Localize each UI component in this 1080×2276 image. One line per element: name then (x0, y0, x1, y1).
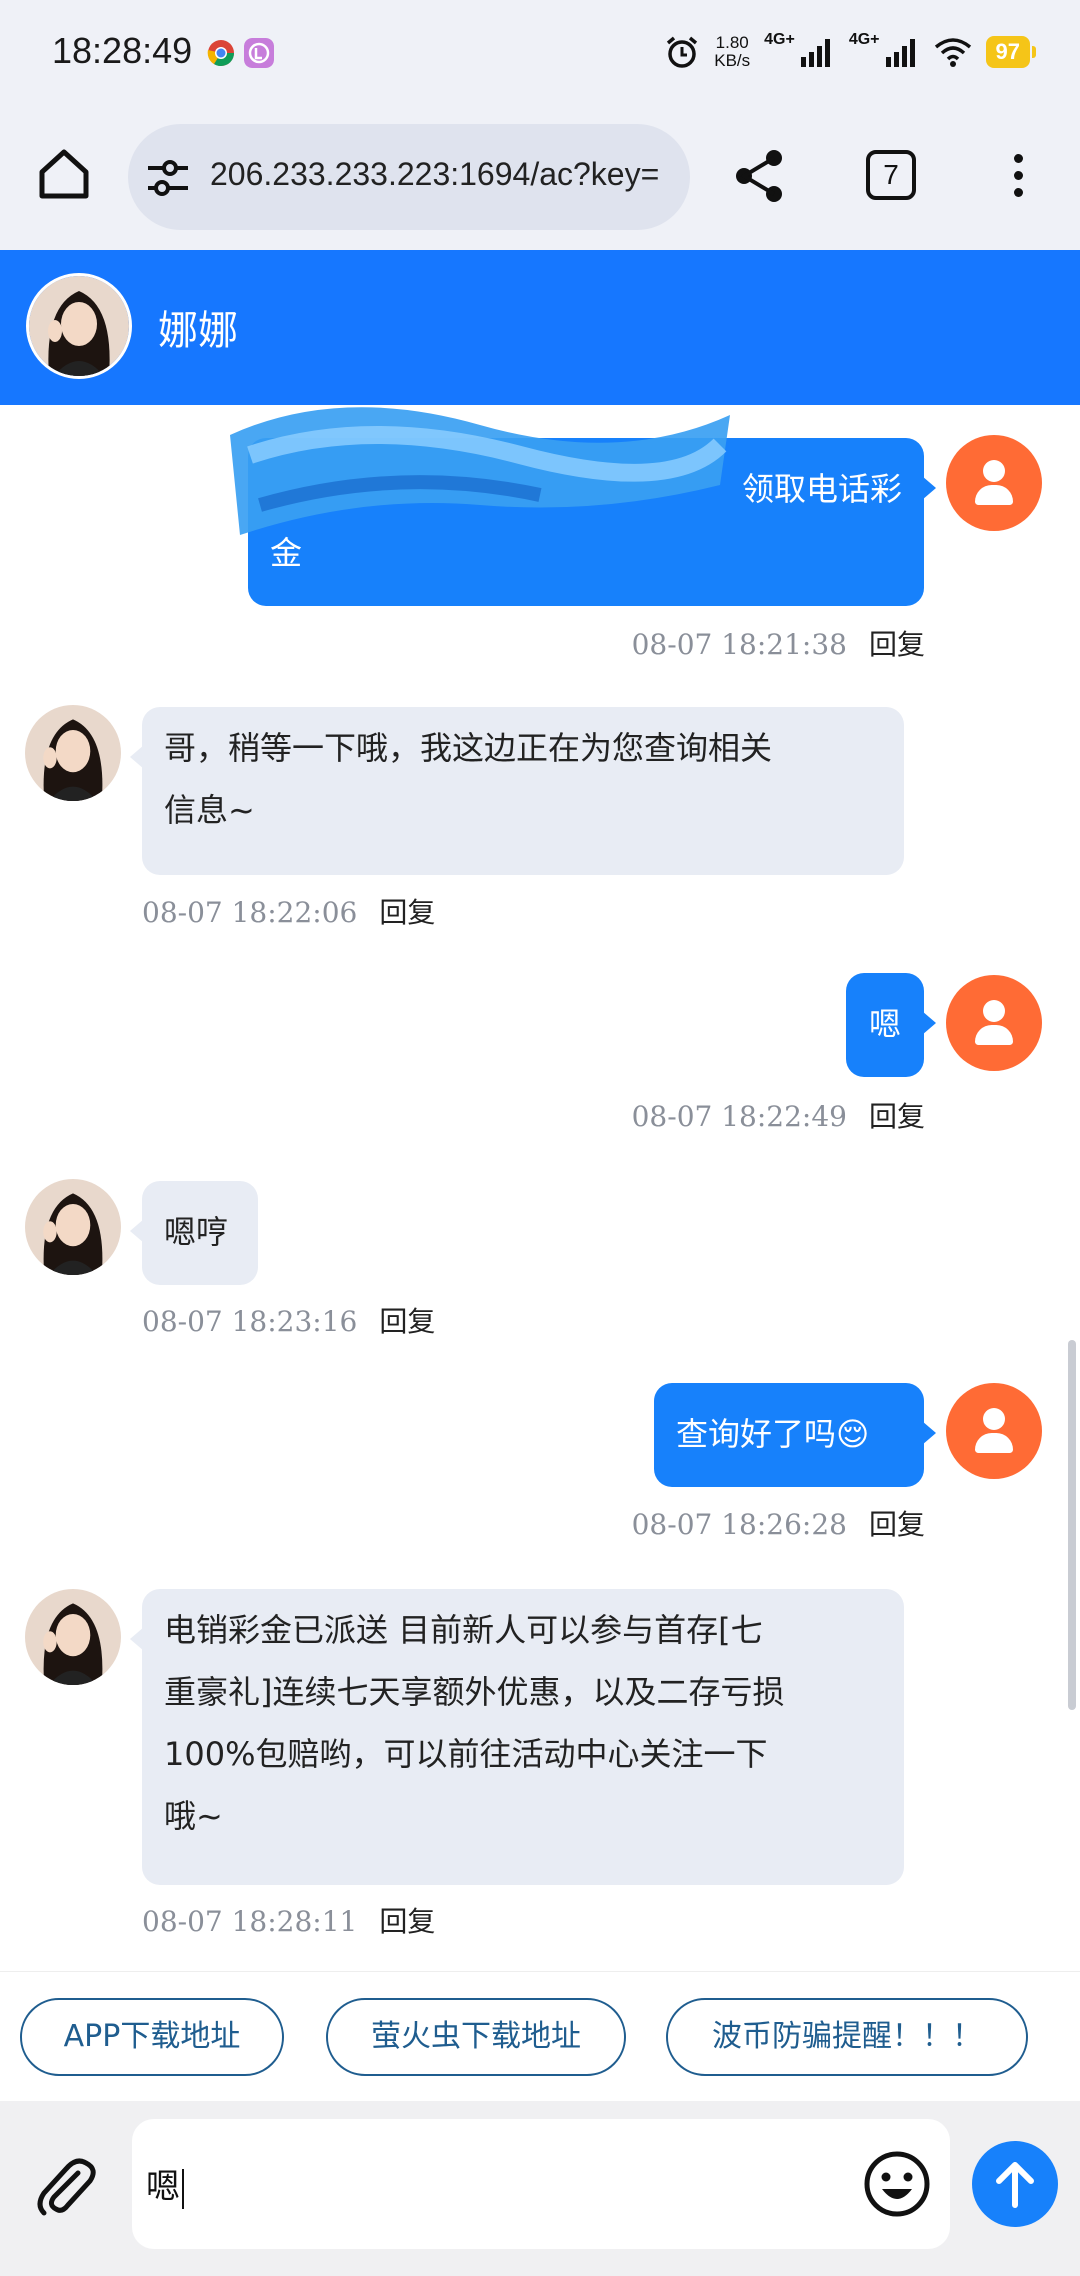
browser-toolbar: 206.233.233.223:1694/ac?key= 7 (0, 110, 1080, 250)
contact-avatar (25, 1179, 121, 1275)
message-text: 重豪礼]连续七天享额外优惠，以及二存亏损 (164, 1673, 785, 1711)
message-list[interactable]: 领取电话彩 金 08-07 18:21:38 回复 哥，稍等一下哦，我这边正在为您… (0, 405, 1080, 1971)
contact-avatar (25, 705, 121, 801)
reply-button[interactable]: 回复 (869, 1508, 925, 1541)
quick-reply-firefly-download[interactable]: 萤火虫下载地址 (326, 1998, 626, 2076)
status-time: 18:28:49 (52, 30, 193, 71)
message-bubble-received: 哥，稍等一下哦，我这边正在为您查询相关 信息~ (130, 707, 904, 875)
tab-switcher-button[interactable]: 7 (866, 150, 916, 200)
message-bubble-sent: 嗯 (846, 973, 936, 1077)
message-time: 08-07 18:28:11 (142, 1905, 358, 1938)
network-type-2: 4G+ (848, 31, 880, 48)
user-avatar (946, 435, 1042, 531)
status-bar: 18:28:49 1.80 KB/s 4G+ 4G+ 97 (0, 0, 1080, 110)
input-bar: 嗯 (0, 2101, 1080, 2276)
address-bar[interactable]: 206.233.233.223:1694/ac?key= (128, 124, 690, 230)
contact-name: 娜娜 (158, 308, 238, 354)
message-meta: 08-07 18:22:49 回复 (632, 1095, 925, 1135)
message-text: 领取电话彩 (741, 470, 902, 508)
message-bubble-sent: 查询好了吗😌 (654, 1383, 936, 1487)
message-meta: 08-07 18:21:38 回复 (632, 623, 925, 663)
message-meta: 08-07 18:28:11 回复 (142, 1900, 435, 1940)
network-speed: 1.80 KB/s (714, 33, 751, 70)
reply-button[interactable]: 回复 (869, 1100, 925, 1133)
message-text: 电销彩金已派送 目前新人可以参与首存[七 (164, 1611, 763, 1649)
message-meta: 08-07 18:22:06 回复 (142, 891, 435, 931)
alarm-icon (667, 36, 698, 68)
user-avatar (946, 1383, 1042, 1479)
message-time: 08-07 18:26:28 (631, 1508, 847, 1541)
message-text: 100%包赔哟，可以前往活动中心关注一下 (164, 1735, 768, 1773)
message-input[interactable]: 嗯 (132, 2119, 950, 2249)
message-meta: 08-07 18:23:16 回复 (142, 1300, 435, 1340)
quick-reply-anti-fraud[interactable]: 波币防骗提醒！！！ (666, 1998, 1028, 2076)
message-time: 08-07 18:22:49 (631, 1100, 847, 1133)
message-text: 嗯 (868, 1005, 901, 1043)
arrow-up-icon (996, 2162, 1034, 2208)
reply-button[interactable]: 回复 (379, 1305, 435, 1338)
chat-header: 娜娜 (0, 250, 1080, 405)
message-time: 08-07 18:23:16 (142, 1305, 358, 1338)
message-text: 嗯哼 (164, 1213, 229, 1251)
message-text: 哥，稍等一下哦，我这边正在为您查询相关 (164, 729, 773, 767)
battery-indicator: 97 (985, 36, 1037, 68)
user-avatar (946, 975, 1042, 1071)
message-meta: 08-07 18:26:28 回复 (632, 1503, 925, 1543)
message-time: 08-07 18:21:38 (631, 628, 847, 661)
reply-button[interactable]: 回复 (869, 628, 925, 661)
redaction-scribble (230, 407, 730, 535)
reply-button[interactable]: 回复 (379, 1905, 435, 1938)
contact-avatar[interactable] (26, 273, 132, 379)
message-text: 哦~ (164, 1797, 223, 1835)
scrollbar[interactable] (1068, 1340, 1076, 1710)
paperclip-icon[interactable] (30, 2151, 102, 2223)
tune-icon[interactable] (146, 158, 190, 198)
message-bubble-received: 电销彩金已派送 目前新人可以参与首存[七 重豪礼]连续七天享额外优惠，以及二存亏… (130, 1589, 904, 1885)
signal-icon (800, 39, 830, 67)
contact-avatar (25, 1589, 121, 1685)
message-input-text[interactable]: 嗯 (146, 2159, 184, 2209)
send-button[interactable] (972, 2141, 1058, 2227)
more-vert-icon[interactable] (1000, 148, 1036, 204)
wifi-icon (934, 38, 971, 67)
status-icons: 1.80 KB/s 4G+ 4G+ 97 (664, 30, 1037, 74)
emoji-icon[interactable] (862, 2149, 932, 2219)
message-text: 查询好了吗😌 (676, 1415, 870, 1453)
quick-reply-app-download[interactable]: APP下载地址 (20, 1998, 284, 2076)
share-icon[interactable] (730, 146, 790, 206)
url-text[interactable]: 206.233.233.223:1694/ac?key= (210, 156, 680, 193)
home-icon[interactable] (32, 142, 96, 206)
signal-icon (885, 39, 915, 67)
message-bubble-received: 嗯哼 (130, 1181, 258, 1285)
message-text: 信息~ (164, 791, 255, 829)
reply-button[interactable]: 回复 (379, 896, 435, 929)
chrome-icon (207, 40, 235, 67)
quick-reply-bar: APP下载地址 萤火虫下载地址 波币防骗提醒！！！ (0, 1971, 1080, 2101)
network-type-1: 4G+ (764, 31, 795, 48)
app-notification-icon (244, 38, 274, 68)
message-time: 08-07 18:22:06 (142, 896, 358, 929)
